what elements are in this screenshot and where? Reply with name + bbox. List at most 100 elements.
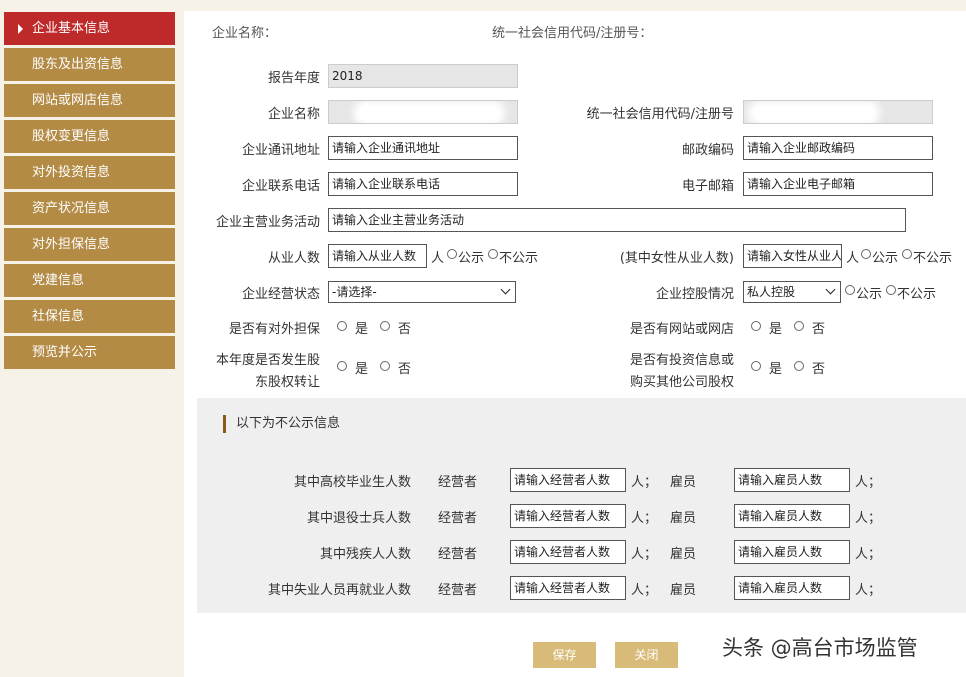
sidebar-item-label: 网站或网店信息 [32,93,124,108]
status-select[interactable]: -请选择- [328,281,516,303]
investment-label-line1: 是否有投资信息或 [629,353,734,368]
sidebar-item-label: 预览并公示 [32,345,98,360]
private-section-title: 以下为不公示信息 [223,415,340,433]
holding-select[interactable]: 私人控股 [743,281,841,303]
sidebar-item-website[interactable]: 网站或网店信息 [4,84,175,117]
employee-label: 雇员 [670,511,697,526]
female-employees-unit: 人 [846,251,860,266]
holding-not-public-radio[interactable] [886,285,896,295]
equity-no-label: 否 [398,362,412,377]
investment-yes-label: 是 [769,362,783,377]
graduates-employee-input[interactable]: 请输入雇员人数 [734,468,850,492]
investment-yes-radio[interactable] [751,361,761,371]
guarantee-no-label: 否 [398,322,412,337]
graduates-operator-input[interactable]: 请输入经营者人数 [510,468,626,492]
employees-not-public-radio[interactable] [488,249,498,259]
phone-input[interactable]: 请输入企业联系电话 [328,172,518,196]
sidebar-item-label: 党建信息 [32,273,85,288]
employees-label: 从业人数 [267,251,320,266]
female-public-radio[interactable] [861,249,871,259]
credit-code-field [743,100,933,124]
veterans-employee-input[interactable]: 请输入雇员人数 [734,504,850,528]
chevron-down-icon [500,284,511,295]
guarantee-no-radio[interactable] [380,321,390,331]
operator-label: 经营者 [438,475,478,490]
equity-no-radio[interactable] [380,361,390,371]
sidebar-nav: 企业基本信息 股东及出资信息 网站或网店信息 股权变更信息 对外投资信息 资产状… [4,12,175,372]
holding-label: 企业控股情况 [655,287,734,302]
disabled-label: 其中残疾人人数 [319,547,411,562]
guarantee-yes-label: 是 [355,322,369,337]
operator-label: 经营者 [438,583,478,598]
employee-label: 雇员 [670,583,697,598]
website-yes-radio[interactable] [751,321,761,331]
sidebar-item-label: 资产状况信息 [32,201,111,216]
investment-no-radio[interactable] [794,361,804,371]
unit-separator: 人； [855,583,882,598]
sidebar-item-guarantee[interactable]: 对外担保信息 [4,228,175,261]
website-yes-label: 是 [769,322,783,337]
unit-separator: 人； [631,583,658,598]
unit-separator: 人； [631,547,658,562]
report-year-label: 报告年度 [267,71,320,86]
female-employees-input[interactable]: 请输入女性从业人数 [743,244,842,268]
female-not-public-radio[interactable] [902,249,912,259]
address-input[interactable]: 请输入企业通讯地址 [328,136,518,160]
sidebar-item-label: 股东及出资信息 [32,57,124,72]
operator-label: 经营者 [438,511,478,526]
employees-input[interactable]: 请输入从业人数 [328,244,427,268]
postal-input[interactable]: 请输入企业邮政编码 [743,136,933,160]
unit-separator: 人； [855,547,882,562]
redaction-blur [754,106,874,120]
female-not-public-label: 不公示 [913,251,953,266]
header-company-name-label: 企业名称： [212,26,278,41]
sidebar-item-party[interactable]: 党建信息 [4,264,175,297]
status-label: 企业经营状态 [241,287,320,302]
save-button[interactable]: 保存 [533,642,596,668]
holding-public-label: 公示 [856,287,883,302]
email-label: 电子邮箱 [681,179,734,194]
sidebar-item-investment[interactable]: 对外投资信息 [4,156,175,189]
header-credit-code-label: 统一社会信用代码/注册号： [492,26,653,41]
status-select-value: -请选择- [332,285,377,299]
chevron-down-icon [825,284,836,295]
email-input[interactable]: 请输入企业电子邮箱 [743,172,933,196]
arrow-right-icon [18,24,23,34]
sidebar-item-assets[interactable]: 资产状况信息 [4,192,175,225]
disabled-employee-input[interactable]: 请输入雇员人数 [734,540,850,564]
female-public-label: 公示 [872,251,899,266]
sidebar-item-basic-info[interactable]: 企业基本信息 [4,12,175,45]
veterans-operator-input[interactable]: 请输入经营者人数 [510,504,626,528]
website-label: 是否有网站或网店 [629,322,734,337]
sidebar-item-label: 企业基本信息 [32,21,111,36]
redaction-blur [359,106,499,120]
holding-select-value: 私人控股 [747,285,796,299]
sidebar-item-preview-publish[interactable]: 预览并公示 [4,336,175,369]
sidebar-item-shareholders[interactable]: 股东及出资信息 [4,48,175,81]
employees-public-radio[interactable] [447,249,457,259]
credit-code-label: 统一社会信用代码/注册号 [586,107,734,122]
sidebar-item-social-security[interactable]: 社保信息 [4,300,175,333]
guarantee-label: 是否有对外担保 [228,322,320,337]
equity-yes-radio[interactable] [337,361,347,371]
equity-transfer-label-line2: 东股权转让 [254,375,320,390]
reemployed-employee-input[interactable]: 请输入雇员人数 [734,576,850,600]
equity-transfer-label-line1: 本年度是否发生股 [215,353,320,368]
holding-public-radio[interactable] [845,285,855,295]
website-no-radio[interactable] [794,321,804,331]
report-year-field: 2018 [328,64,518,88]
sidebar-item-label: 股权变更信息 [32,129,111,144]
disabled-operator-input[interactable]: 请输入经营者人数 [510,540,626,564]
employees-unit: 人 [431,251,445,266]
address-label: 企业通讯地址 [241,143,320,158]
company-name-label: 企业名称 [267,107,320,122]
guarantee-yes-radio[interactable] [337,321,347,331]
sidebar-item-equity-change[interactable]: 股权变更信息 [4,120,175,153]
female-employees-label: (其中女性从业人数) [619,251,734,266]
company-name-field [328,100,518,124]
veterans-label: 其中退役士兵人数 [306,511,411,526]
business-label: 企业主营业务活动 [215,215,320,230]
close-button[interactable]: 关闭 [615,642,678,668]
reemployed-operator-input[interactable]: 请输入经营者人数 [510,576,626,600]
business-input[interactable]: 请输入企业主营业务活动 [328,208,906,232]
